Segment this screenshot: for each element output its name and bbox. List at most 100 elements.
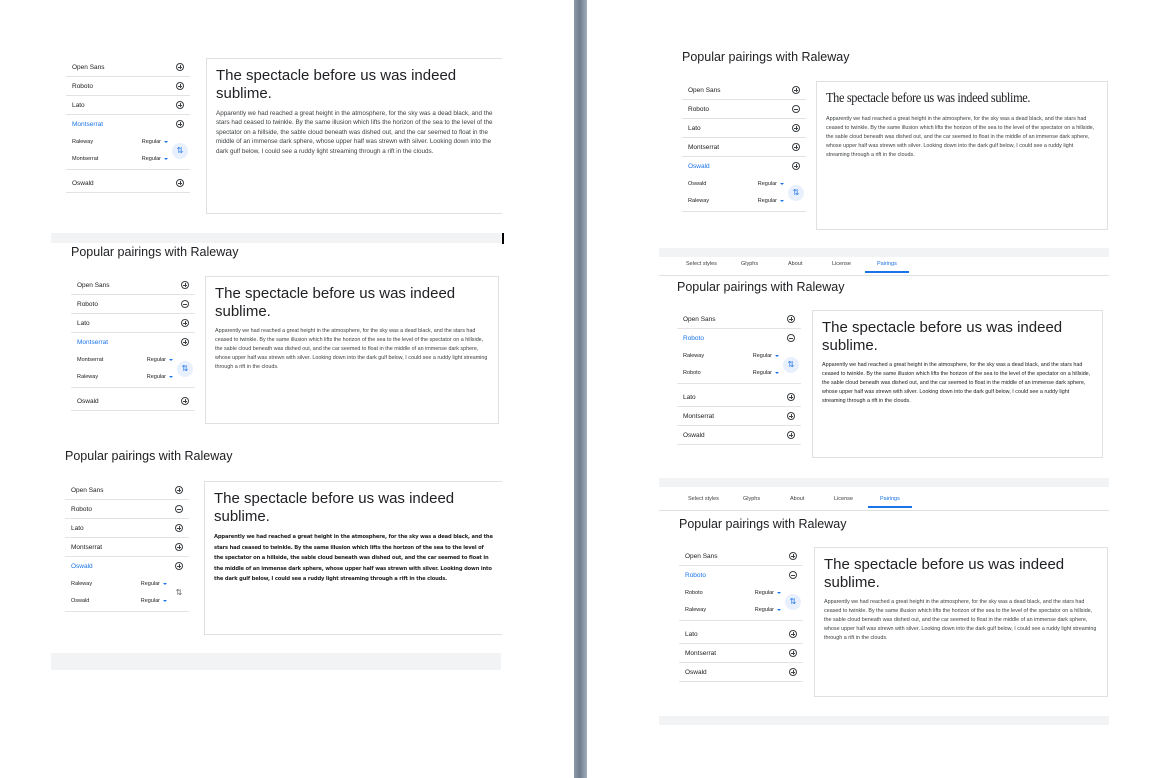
add-icon[interactable] [181, 281, 189, 289]
style-dropdown[interactable]: Regular [755, 585, 781, 602]
preview-title: The spectacle before us was indeed subli… [214, 490, 455, 525]
tab-license[interactable]: License [834, 496, 853, 502]
tab-pairings[interactable]: Pairings [865, 261, 909, 273]
font-item[interactable]: Open Sans [66, 58, 190, 77]
remove-icon[interactable] [792, 105, 800, 113]
preview-card: The spectacle before us was indeed subli… [816, 81, 1108, 230]
add-icon[interactable] [789, 668, 797, 676]
tab-glyphs[interactable]: Glyphs [743, 496, 760, 502]
font-item[interactable]: Oswald [71, 392, 195, 411]
pairing-selector: Oswald Regular Raleway Regular ⇅ [682, 176, 806, 212]
font-item[interactable]: Open Sans [677, 310, 801, 329]
style-dropdown[interactable]: Regular [141, 576, 167, 593]
font-name: Montserrat [72, 121, 104, 128]
add-icon[interactable] [789, 630, 797, 638]
font-item[interactable]: Lato [65, 519, 189, 538]
add-icon[interactable] [789, 552, 797, 560]
style-dropdown[interactable]: Regular [758, 193, 784, 210]
font-name: Oswald [688, 163, 710, 170]
style-dropdown[interactable]: Regular [142, 151, 168, 168]
font-item[interactable]: Montserrat [679, 644, 803, 663]
preview-title: The spectacle before us was indeed subli… [216, 67, 457, 102]
add-icon[interactable] [175, 524, 183, 532]
swap-icon[interactable]: ⇅ [785, 594, 801, 610]
font-item-selected[interactable]: Roboto [679, 566, 803, 585]
font-item[interactable]: Roboto [65, 500, 189, 519]
tab-about[interactable]: About [788, 261, 802, 267]
swap-icon[interactable]: ⇅ [788, 185, 804, 201]
font-item[interactable]: Oswald [679, 663, 803, 682]
add-icon[interactable] [789, 649, 797, 657]
font-item[interactable]: Lato [677, 388, 801, 407]
font-item[interactable]: Open Sans [679, 547, 803, 566]
font-item[interactable]: Roboto [66, 77, 190, 96]
pair-font-name: Montserrat [72, 156, 99, 162]
add-icon[interactable] [175, 486, 183, 494]
pair-row: Roboto Regular [677, 365, 801, 382]
font-item[interactable]: Open Sans [71, 276, 195, 295]
tab-glyphs[interactable]: Glyphs [741, 261, 758, 267]
style-dropdown[interactable]: Regular [142, 134, 168, 151]
add-icon[interactable] [176, 63, 184, 71]
font-item[interactable]: Roboto [71, 295, 195, 314]
add-icon[interactable] [787, 393, 795, 401]
font-item[interactable]: Lato [679, 625, 803, 644]
swap-icon[interactable]: ⇅ [171, 585, 187, 601]
tab-license[interactable]: License [832, 261, 851, 267]
tab-about[interactable]: About [790, 496, 804, 502]
style-dropdown[interactable]: Regular [758, 176, 784, 193]
font-item[interactable]: Open Sans [65, 481, 189, 500]
font-item-selected[interactable]: Montserrat [66, 115, 190, 134]
font-item[interactable]: Lato [682, 119, 806, 138]
font-list: Open Sans Roboto Lato Montserrat Montser… [71, 276, 195, 411]
style-dropdown[interactable]: Regular [147, 352, 173, 369]
add-icon[interactable] [176, 179, 184, 187]
add-icon[interactable] [175, 562, 183, 570]
add-icon[interactable] [175, 543, 183, 551]
swap-icon[interactable]: ⇅ [783, 357, 799, 373]
remove-icon[interactable] [787, 334, 795, 342]
font-name: Montserrat [688, 144, 720, 151]
remove-icon[interactable] [181, 300, 189, 308]
swap-icon[interactable]: ⇅ [177, 361, 193, 377]
font-item[interactable]: Lato [71, 314, 195, 333]
font-item[interactable]: Montserrat [65, 538, 189, 557]
add-icon[interactable] [787, 412, 795, 420]
style-dropdown[interactable]: Regular [755, 602, 781, 619]
style-dropdown[interactable]: Regular [141, 593, 167, 610]
font-item-selected[interactable]: Roboto [677, 329, 801, 348]
add-icon[interactable] [181, 397, 189, 405]
font-item-selected[interactable]: Oswald [682, 157, 806, 176]
font-item[interactable]: Lato [66, 96, 190, 115]
tab-select-styles[interactable]: Select styles [688, 496, 719, 502]
remove-icon[interactable] [175, 505, 183, 513]
pair-font-name: Raleway [683, 353, 705, 359]
font-item[interactable]: Roboto [682, 100, 806, 119]
add-icon[interactable] [176, 82, 184, 90]
add-icon[interactable] [792, 124, 800, 132]
font-item[interactable]: Oswald [66, 174, 190, 193]
font-item-selected[interactable]: Montserrat [71, 333, 195, 352]
style-dropdown[interactable]: Regular [753, 365, 779, 382]
remove-icon[interactable] [789, 571, 797, 579]
style-dropdown[interactable]: Regular [147, 369, 173, 386]
add-icon[interactable] [181, 319, 189, 327]
font-item[interactable]: Montserrat [682, 138, 806, 157]
tab-select-styles[interactable]: Select styles [686, 261, 717, 267]
preview-card: The spectacle before us was indeed subli… [812, 310, 1103, 458]
add-icon[interactable] [181, 338, 189, 346]
font-item[interactable]: Open Sans [682, 81, 806, 100]
swap-icon[interactable]: ⇅ [172, 143, 188, 159]
font-item-selected[interactable]: Oswald [65, 557, 189, 576]
add-icon[interactable] [787, 431, 795, 439]
add-icon[interactable] [176, 120, 184, 128]
font-item[interactable]: Montserrat [677, 407, 801, 426]
add-icon[interactable] [792, 162, 800, 170]
style-dropdown[interactable]: Regular [753, 348, 779, 365]
add-icon[interactable] [792, 143, 800, 151]
add-icon[interactable] [787, 315, 795, 323]
font-item[interactable]: Oswald [677, 426, 801, 445]
add-icon[interactable] [176, 101, 184, 109]
tab-pairings[interactable]: Pairings [868, 496, 912, 508]
add-icon[interactable] [792, 86, 800, 94]
